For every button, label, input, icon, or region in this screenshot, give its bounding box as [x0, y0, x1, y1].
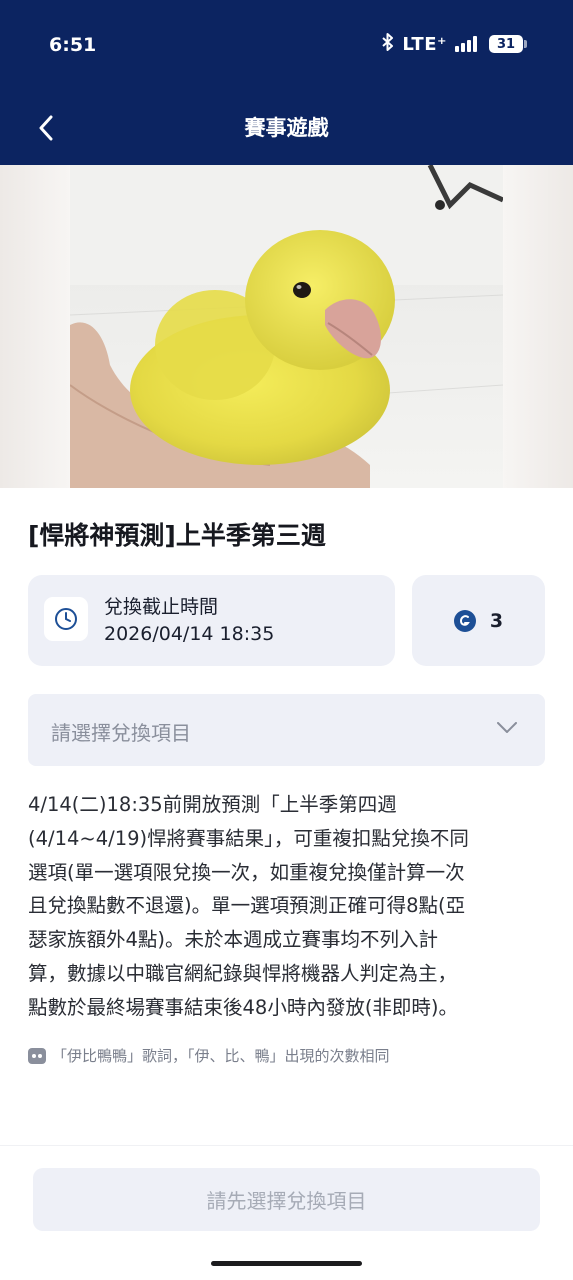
clock-icon: [55, 608, 77, 630]
description-line: 且兌換點數不退還)。單一選項預測正確可得8點(亞: [28, 894, 466, 918]
redeem-submit-button[interactable]: 請先選擇兌換項目: [33, 1168, 540, 1231]
deadline-label: 兌換截止時間: [104, 596, 219, 618]
app-header: 6:51 LTE⁺ 31 賽事遊戲: [0, 0, 573, 165]
deadline-card: 兌換截止時間 2026/04/14 18:35: [28, 575, 395, 666]
event-banner: [0, 165, 573, 488]
page-title: 賽事遊戲: [244, 116, 329, 140]
event-title: [悍將神預測]上半季第三週: [28, 521, 326, 550]
description-line: 選項(單一選項限兌換一次，如重複兌換僅計算一次: [28, 860, 465, 884]
deadline-value: 2026/04/14 18:35: [104, 623, 275, 645]
redeem-option-select[interactable]: 請選擇兌換項目: [28, 694, 545, 766]
description-line: 瑟家族額外4點)。未於本週成立賽事均不列入計: [28, 928, 439, 952]
chevron-down-icon: [497, 722, 517, 733]
event-description: 4/14(二)18:35前開放預測「上半季第四週 (4/14~4/19)悍將賽事…: [28, 788, 548, 1025]
duckling-photo: [70, 165, 503, 488]
description-line: (4/14~4/19)悍將賽事結果」，可重複扣點兌換不同: [28, 826, 469, 850]
network-type: LTE⁺: [402, 33, 447, 55]
battery-level: 31: [496, 36, 516, 52]
point-cost-value: 3: [489, 609, 504, 632]
description-line: 點數於最終場賽事結束後48小時內發放(非即時)。: [28, 995, 459, 1019]
footer-bar: 請先選擇兌換項目: [0, 1145, 573, 1280]
status-indicators: LTE⁺ 31: [380, 33, 527, 55]
description-line: 算，數據以中職官網紀錄與悍將機器人判定為主，: [28, 961, 458, 985]
bluetooth-icon: [380, 33, 396, 55]
point-coin-icon: [453, 609, 476, 632]
clock-icon-box: [44, 597, 88, 641]
robot-icon: [28, 1047, 46, 1064]
point-cost-card: 3: [412, 575, 545, 666]
status-time: 6:51: [49, 34, 97, 56]
lyric-note-text: 「伊比鴨鴨」歌詞，「伊、比、鴨」出現的次數相同: [52, 1047, 390, 1065]
select-placeholder: 請選擇兌換項目: [51, 721, 191, 745]
battery-icon: 31: [489, 35, 527, 53]
lyric-note: 「伊比鴨鴨」歌詞，「伊、比、鴨」出現的次數相同: [28, 1045, 390, 1066]
signal-icon: [455, 36, 477, 52]
description-line: 4/14(二)18:35前開放預測「上半季第四週: [28, 793, 397, 816]
home-indicator[interactable]: [211, 1261, 362, 1266]
